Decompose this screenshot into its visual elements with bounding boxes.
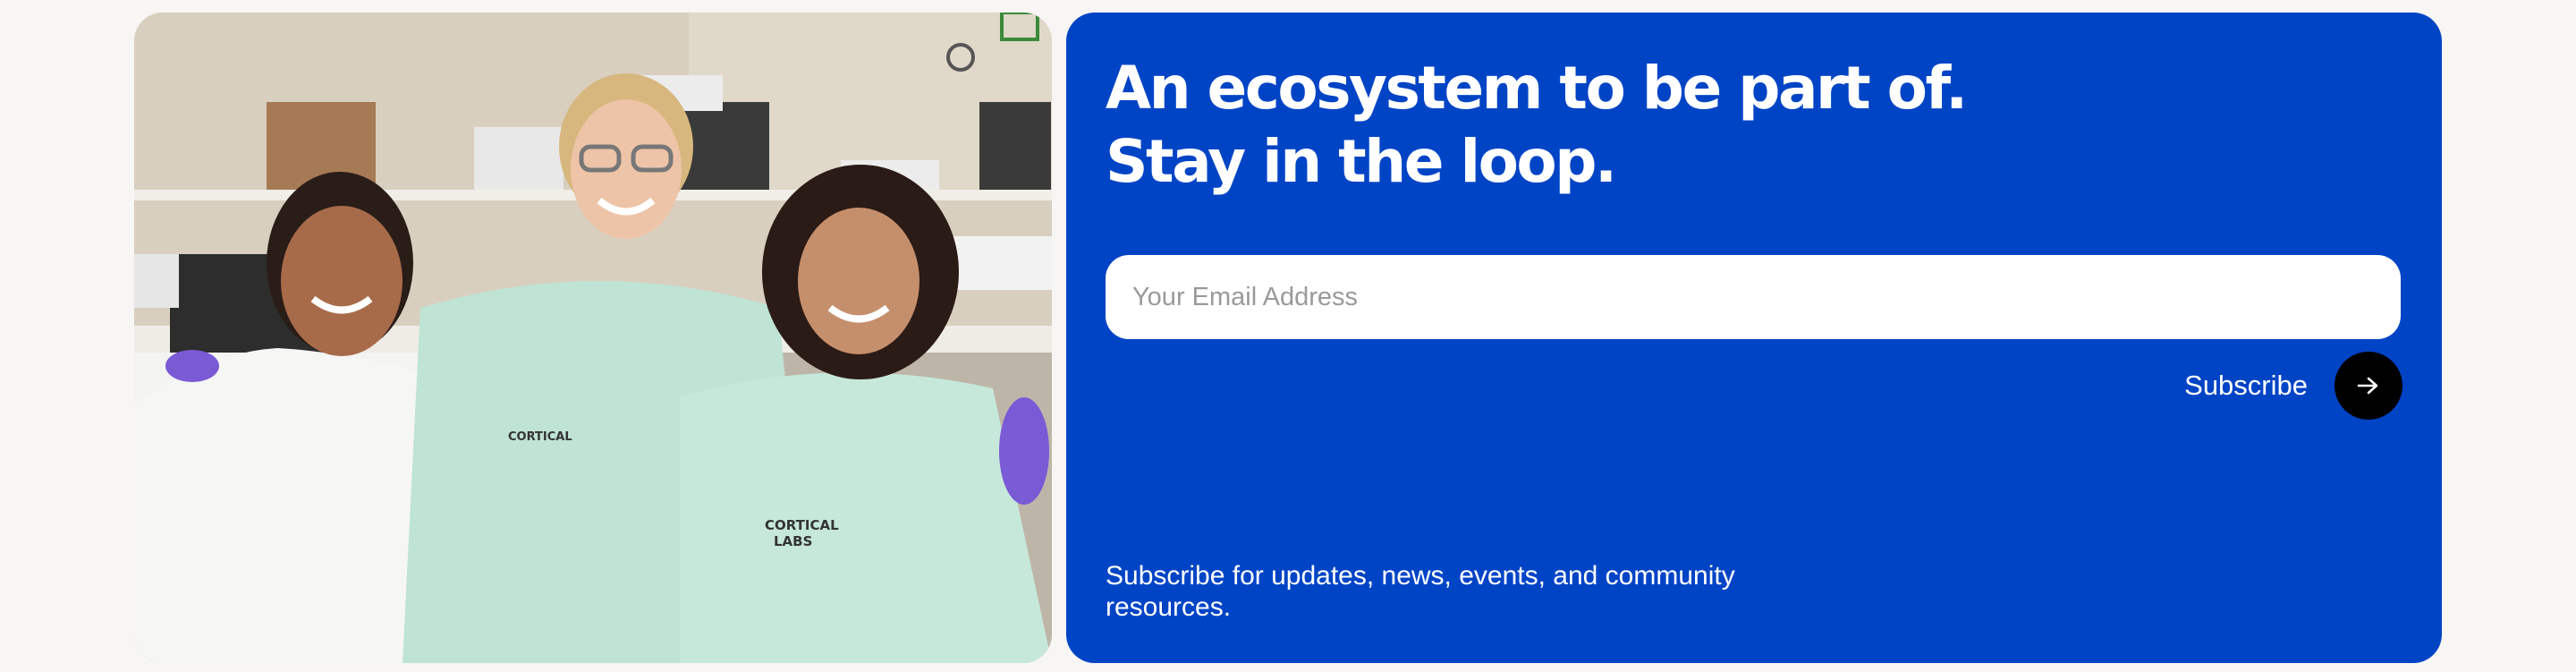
signup-headline-line1: An ecosystem to be part of. (1106, 54, 1968, 123)
subscribe-label[interactable]: Subscribe (2184, 370, 2308, 402)
newsletter-signup-card: An ecosystem to be part of. Stay in the … (1066, 13, 2442, 663)
signup-headline-line2: Stay in the loop. (1106, 127, 1617, 196)
arrow-right-icon (2357, 377, 2378, 395)
email-input[interactable] (1106, 255, 2401, 339)
signup-headline: An ecosystem to be part of. Stay in the … (1106, 52, 1968, 199)
signup-description: Subscribe for updates, news, events, and… (1106, 561, 1735, 622)
subscribe-button[interactable] (2334, 352, 2402, 420)
subscribe-action[interactable]: Subscribe (2184, 352, 2402, 420)
team-photo: CORTICAL CORTICAL LABS (134, 13, 1052, 663)
team-photo-illustration: CORTICAL CORTICAL LABS (134, 13, 1052, 663)
gown-logo-text-right-line1: CORTICAL (765, 517, 839, 533)
gown-logo-text-middle-line1: CORTICAL (508, 430, 572, 444)
gown-logo-text-right-line2: LABS (774, 533, 812, 549)
